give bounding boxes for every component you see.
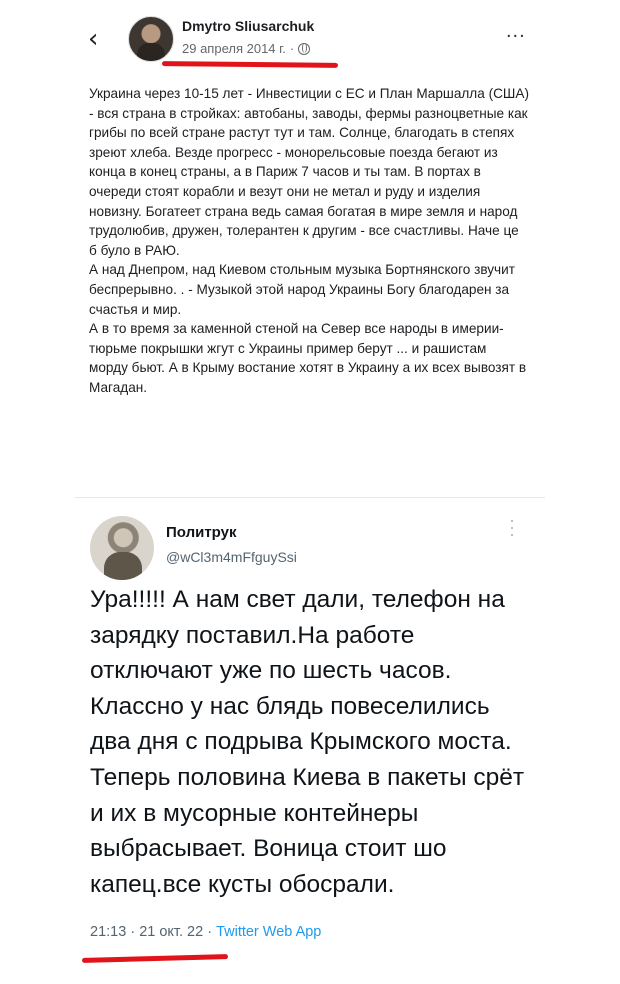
meta-separator: ·	[207, 924, 213, 940]
globe-icon	[298, 42, 311, 55]
post-meta: 29 апреля 2014 г. ·	[182, 41, 311, 56]
tweet-display-name[interactable]: Политрук	[166, 524, 236, 541]
back-button[interactable]: ‹	[88, 26, 98, 52]
post-date[interactable]: 29 апреля 2014 г.	[182, 41, 286, 56]
more-options-button[interactable]: ...	[506, 20, 526, 43]
tweet-date[interactable]: 21 окт. 22	[139, 924, 203, 940]
vertical-dots-icon[interactable]	[510, 520, 514, 536]
meta-separator: ·	[130, 924, 136, 940]
tweet-body: Ура!!!!! А нам свет дали, телефон на зар…	[90, 586, 525, 898]
red-underline-annotation	[81, 954, 229, 963]
section-divider	[75, 497, 545, 498]
tweet-source[interactable]: Twitter Web App	[216, 924, 321, 940]
author-avatar[interactable]	[128, 16, 174, 62]
red-underline-annotation	[161, 61, 339, 68]
post-paragraph: Украина через 10-15 лет - Инвестиции с Е…	[89, 86, 529, 258]
author-name[interactable]: Dmytro Sliusarchuk	[182, 18, 314, 34]
tweet-time[interactable]: 21:13	[90, 924, 126, 940]
post-paragraph: А над Днепром, над Киевом стольным музык…	[89, 262, 515, 317]
tweet-meta: 21:13 · 21 окт. 22 · Twitter Web App	[90, 924, 321, 940]
post-body: Украина через 10-15 лет - Инвестиции с Е…	[89, 84, 529, 398]
tweet-handle[interactable]: @wCl3m4mFfguySsi	[166, 549, 297, 565]
tweet-text: Ура!!!!! А нам свет дали, телефон на зар…	[90, 582, 530, 902]
facebook-post: ‹ Dmytro Sliusarchuk 29 апреля 2014 г. ·…	[0, 0, 620, 498]
post-paragraph: А в то время за каменной стеной на Север…	[89, 321, 527, 395]
meta-separator: ·	[289, 41, 295, 56]
tweet-avatar[interactable]	[90, 516, 154, 580]
